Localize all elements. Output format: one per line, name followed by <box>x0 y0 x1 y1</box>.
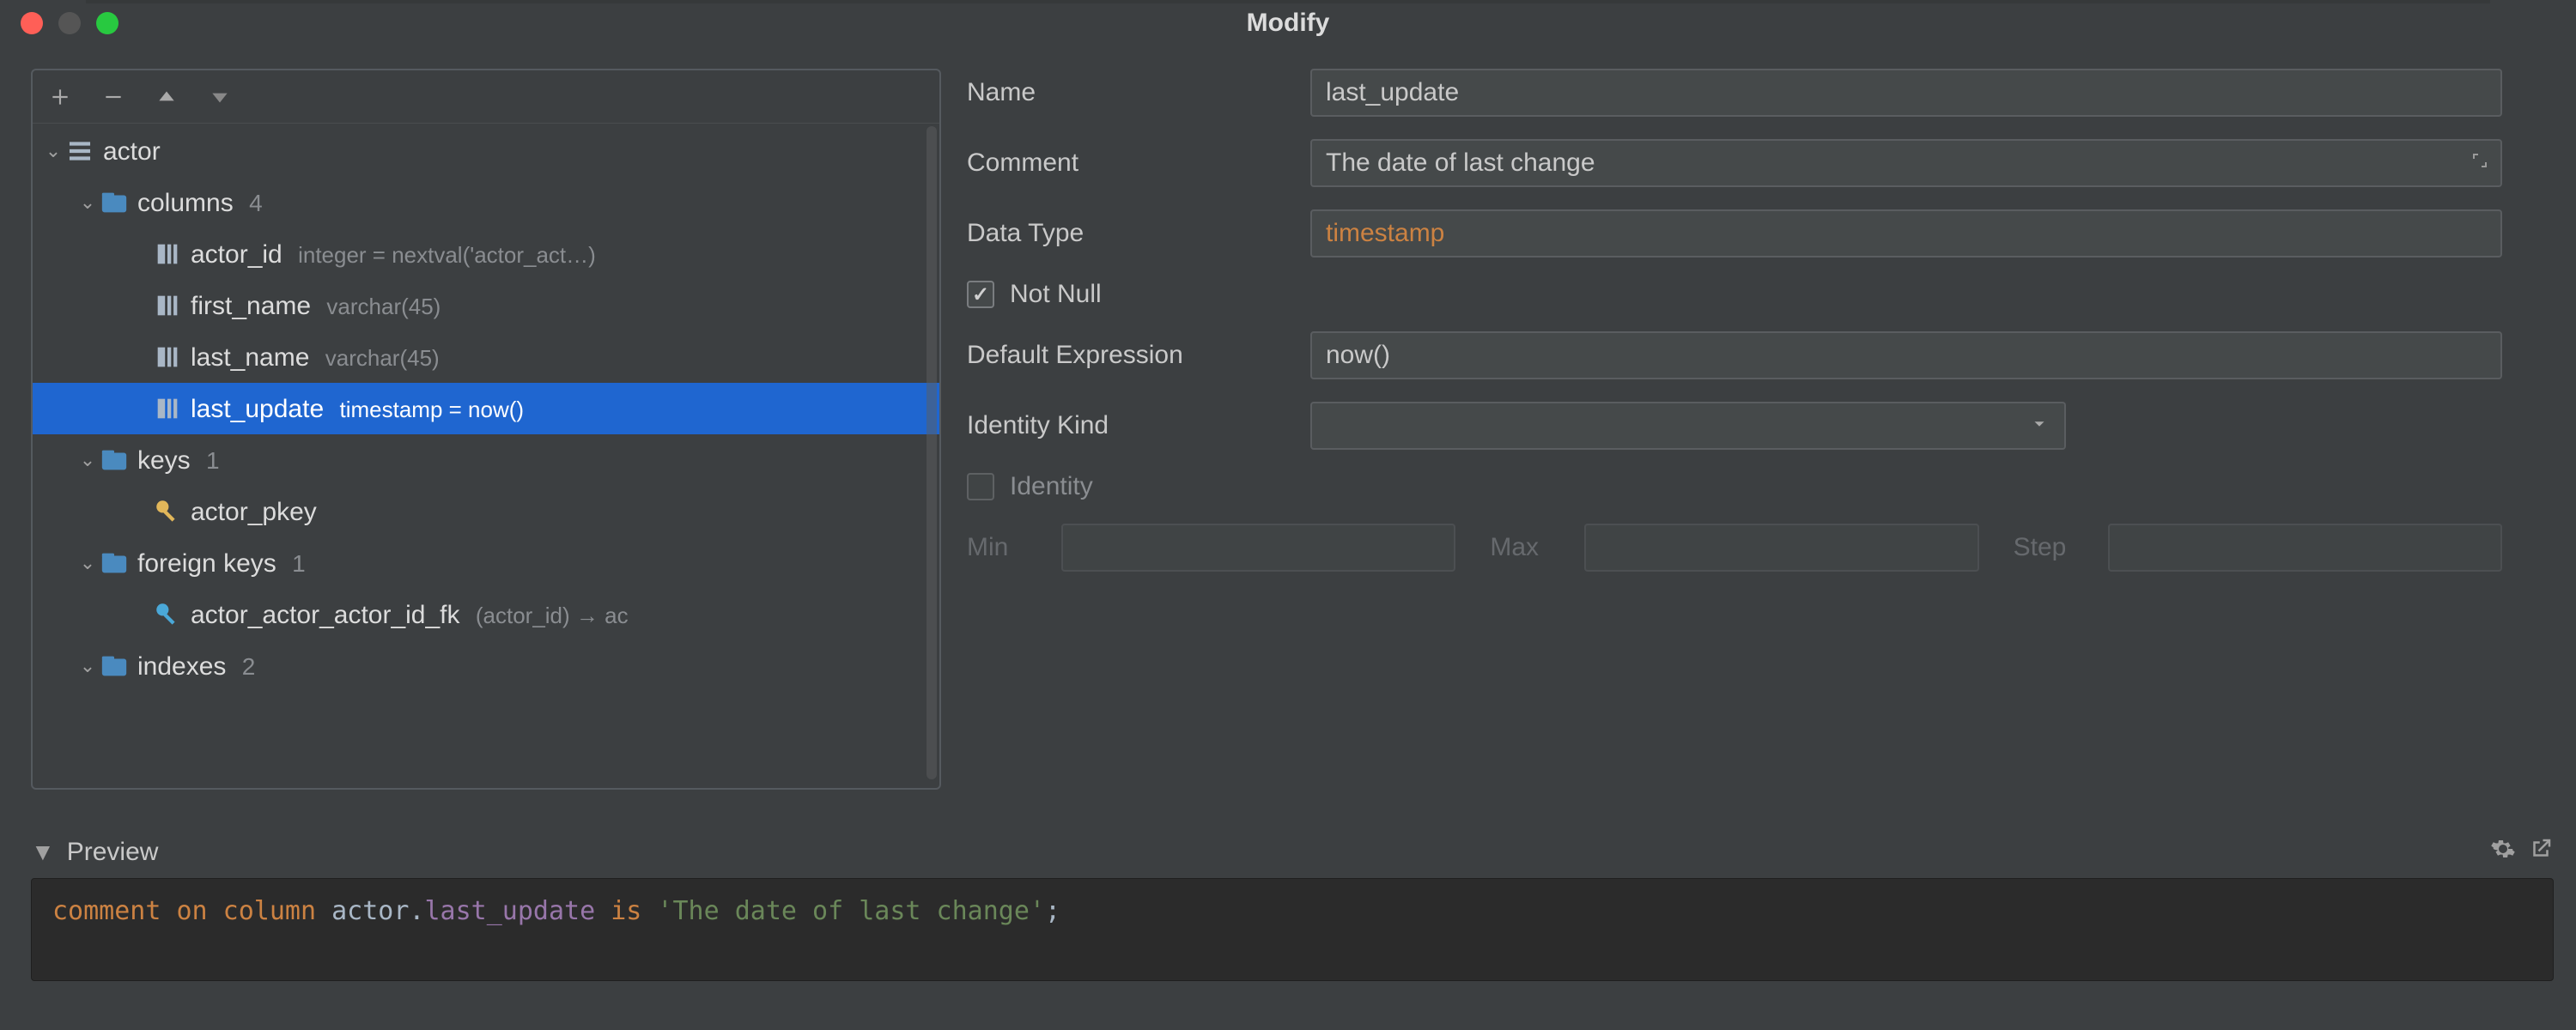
tree-columns-folder[interactable]: ⌄ columns 4 <box>33 177 939 228</box>
caret-down-icon[interactable]: ⌄ <box>76 192 100 213</box>
folder-icon <box>100 445 129 475</box>
add-icon[interactable] <box>46 83 74 111</box>
name-field[interactable]: last_update <box>1310 69 2502 117</box>
tree-columns-label: columns <box>137 189 234 217</box>
identity-kind-label: Identity Kind <box>967 411 1293 440</box>
preview-section: ▼ Preview comment on column actor.last_u… <box>31 836 2554 981</box>
traffic-lights <box>21 12 118 34</box>
expand-icon[interactable] <box>2470 148 2490 178</box>
open-in-new-icon[interactable] <box>2528 836 2554 868</box>
foreign-key-icon <box>153 600 182 629</box>
gear-icon[interactable] <box>2490 836 2516 868</box>
column-icon <box>153 342 182 372</box>
column-icon <box>153 291 182 320</box>
titlebar: Modify <box>0 0 2576 46</box>
folder-icon <box>100 188 129 217</box>
column-icon <box>153 394 182 423</box>
zoom-window-button[interactable] <box>96 12 118 34</box>
preview-header: ▼ Preview <box>31 836 2554 868</box>
column-icon <box>153 239 182 269</box>
modify-dialog: Modify <box>0 0 2576 1030</box>
datatype-field[interactable]: timestamp <box>1310 209 2502 258</box>
identity-kind-select[interactable] <box>1310 402 2066 450</box>
caret-down-icon[interactable]: ⌄ <box>41 141 65 161</box>
tree-column-item[interactable]: last_name varchar(45) <box>33 331 939 383</box>
tree-column-item[interactable]: actor_id integer = nextval('actor_act…) <box>33 228 939 280</box>
tree-table-name: actor <box>103 137 161 166</box>
tree-key-item[interactable]: actor_pkey <box>33 486 939 537</box>
structure-tree-panel: ⌄ actor ⌄ columns 4 <box>31 69 941 790</box>
table-icon <box>65 136 94 166</box>
max-label: Max <box>1490 533 1550 562</box>
datatype-label: Data Type <box>967 219 1293 248</box>
move-up-icon[interactable] <box>153 83 180 111</box>
comment-label: Comment <box>967 148 1293 178</box>
tree-column-item-selected[interactable]: last_update timestamp = now() <box>33 383 939 434</box>
min-label: Min <box>967 533 1027 562</box>
caret-down-icon[interactable]: ▼ <box>31 839 55 866</box>
tree-table-node[interactable]: ⌄ actor <box>33 125 939 177</box>
identity-label: Identity <box>1010 472 1093 501</box>
default-expression-label: Default Expression <box>967 341 1293 370</box>
tree-columns-count: 4 <box>249 190 263 216</box>
comment-field[interactable]: The date of last change <box>1310 139 2502 187</box>
move-down-icon[interactable] <box>206 83 234 111</box>
step-label: Step <box>2014 533 2074 562</box>
preview-label: Preview <box>67 838 159 867</box>
close-window-button[interactable] <box>21 12 43 34</box>
step-field[interactable] <box>2108 524 2502 572</box>
tree-indexes-folder[interactable]: ⌄ indexes 2 <box>33 640 939 692</box>
notnull-label: Not Null <box>1010 280 1102 309</box>
tree-column-item[interactable]: first_name varchar(45) <box>33 280 939 331</box>
remove-icon[interactable] <box>100 83 127 111</box>
structure-tree[interactable]: ⌄ actor ⌄ columns 4 <box>33 124 939 694</box>
default-expression-field[interactable]: now() <box>1310 331 2502 379</box>
max-field[interactable] <box>1584 524 1978 572</box>
caret-down-icon[interactable]: ⌄ <box>76 656 100 676</box>
notnull-checkbox[interactable] <box>967 281 994 308</box>
minimize-window-button[interactable] <box>58 12 81 34</box>
min-field[interactable] <box>1061 524 1455 572</box>
chevron-down-icon <box>2030 411 2049 440</box>
folder-icon <box>100 548 129 578</box>
key-icon <box>153 497 182 526</box>
tree-foreignkeys-folder[interactable]: ⌄ foreign keys 1 <box>33 537 939 589</box>
preview-sql[interactable]: comment on column actor.last_update is '… <box>31 878 2554 981</box>
tree-keys-folder[interactable]: ⌄ keys 1 <box>33 434 939 486</box>
folder-icon <box>100 651 129 681</box>
caret-down-icon[interactable]: ⌄ <box>76 450 100 470</box>
caret-down-icon[interactable]: ⌄ <box>76 553 100 573</box>
window-title: Modify <box>1247 9 1330 38</box>
identity-checkbox[interactable] <box>967 473 994 500</box>
identity-range-row: Min Max Step <box>967 524 2502 572</box>
tree-toolbar <box>33 70 939 124</box>
tree-foreignkey-item[interactable]: actor_actor_actor_id_fk (actor_id) → ac <box>33 589 939 640</box>
name-label: Name <box>967 78 1293 107</box>
